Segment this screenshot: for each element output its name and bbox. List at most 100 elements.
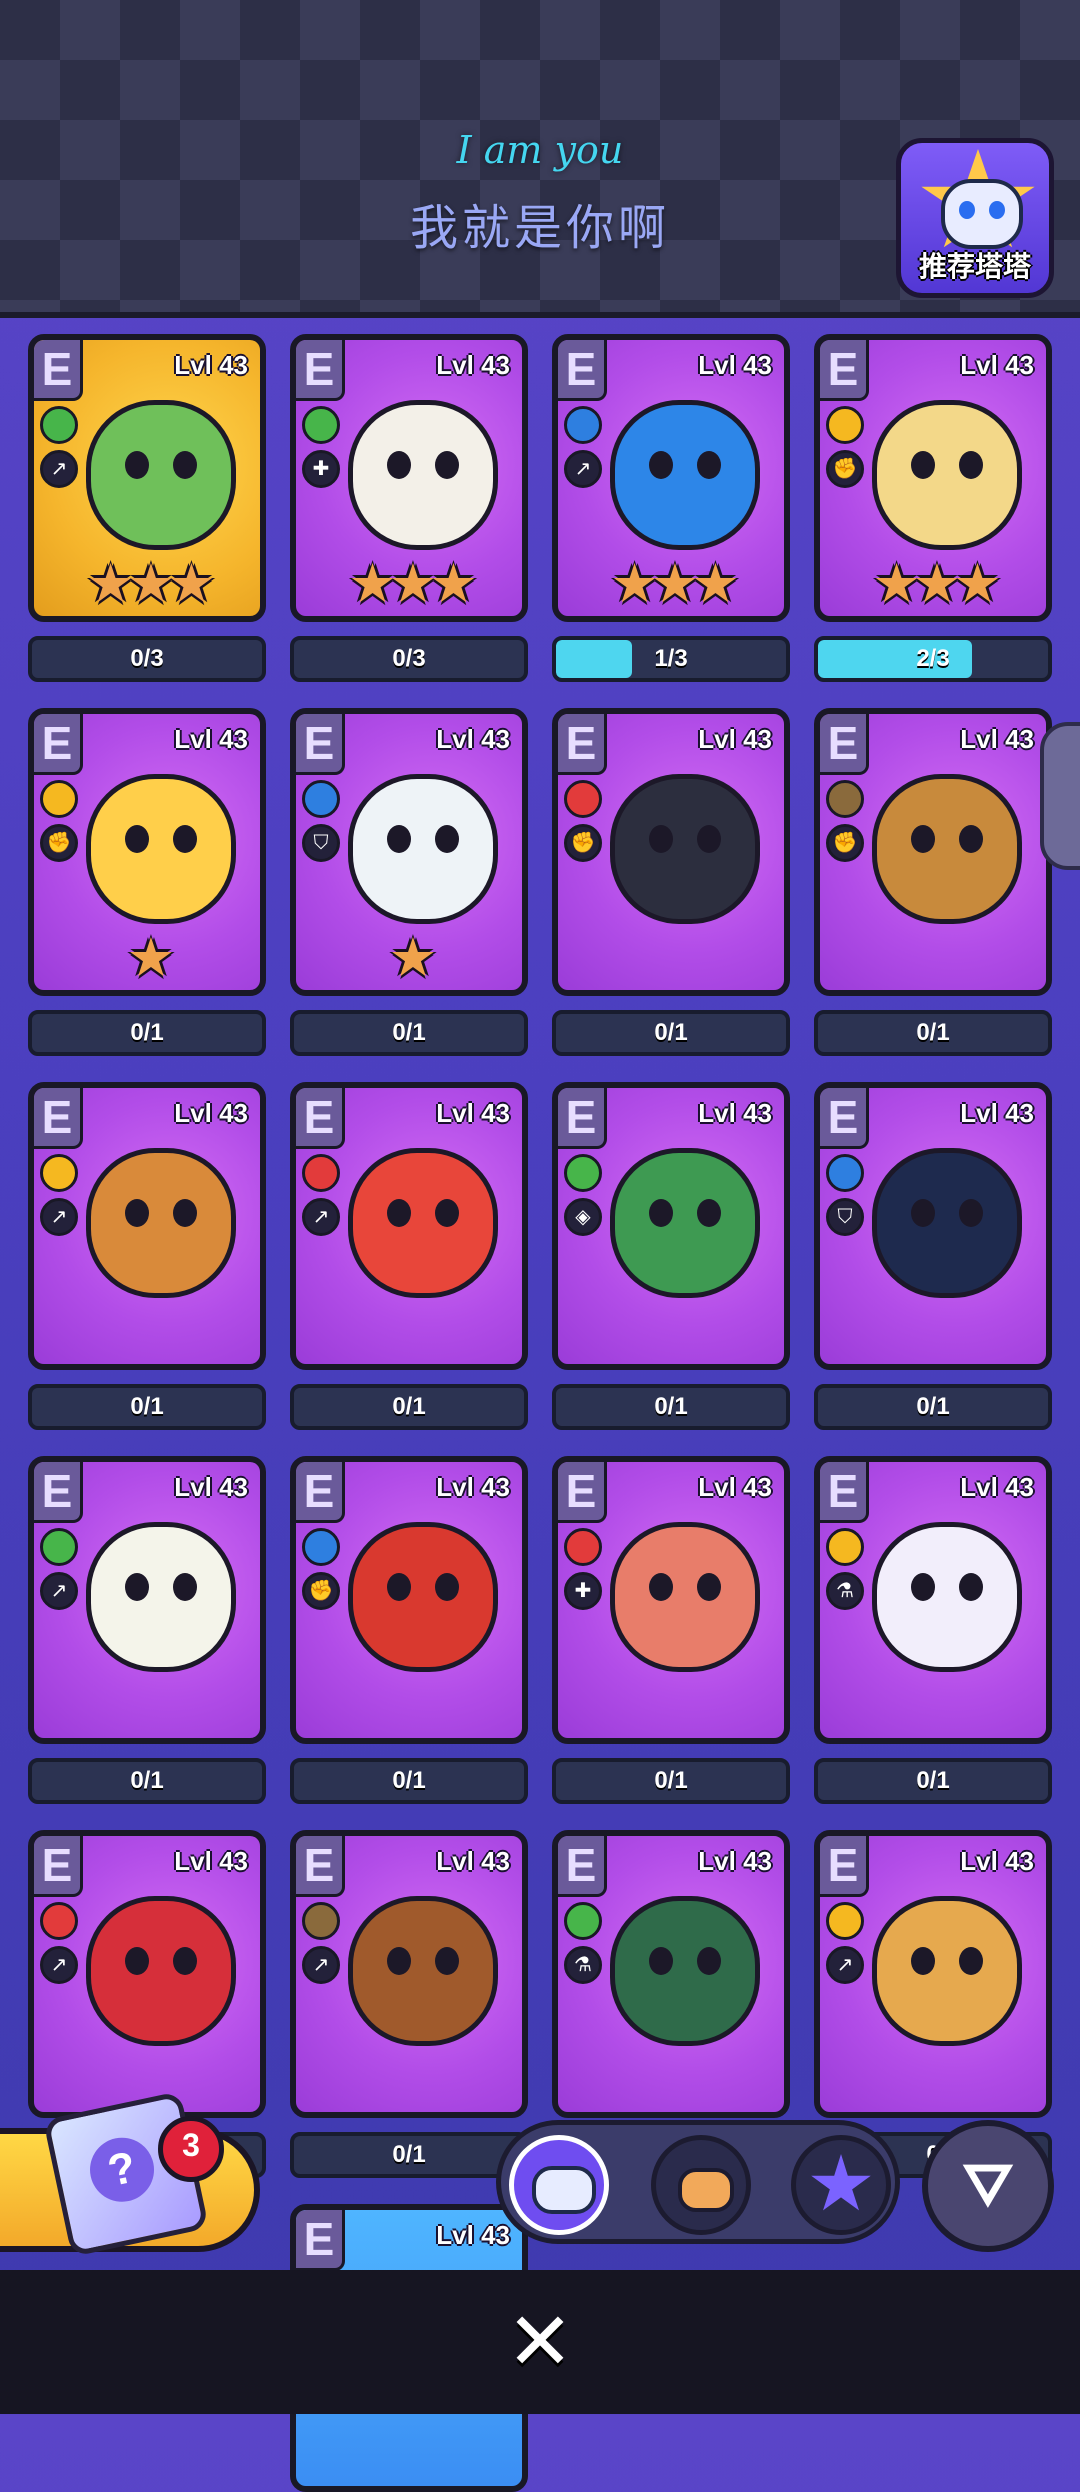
gift-box-button[interactable]: ? 3 xyxy=(0,2090,260,2258)
pet-card[interactable]: E Lvl 43 ⚗ xyxy=(552,1830,790,2118)
flask-role-icon: ⚗ xyxy=(826,1572,864,1610)
fire-element-icon xyxy=(302,1154,340,1192)
pet-card[interactable]: E Lvl 43 ✊ ★★★ xyxy=(814,334,1052,622)
pet-creature-image xyxy=(86,400,236,550)
pet-card-slot[interactable]: E Lvl 43 ↗ ★★★ 1/3 xyxy=(552,334,790,682)
pet-card[interactable]: E Lvl 43 ⛉ xyxy=(814,1082,1052,1370)
pet-card-slot[interactable]: E Lvl 43 ✊ ★★★ 2/3 xyxy=(814,334,1052,682)
progress-text: 0/1 xyxy=(130,1019,164,1046)
shard-progress-bar: 0/1 xyxy=(290,1758,528,1804)
progress-text: 0/1 xyxy=(130,1393,164,1420)
pet-card[interactable]: E Lvl 43 ⚗ xyxy=(814,1456,1052,1744)
earth-element-icon xyxy=(302,1902,340,1940)
bread-tab[interactable] xyxy=(651,2135,751,2235)
pet-card[interactable]: E Lvl 43 ✚ ★★★ xyxy=(290,334,528,622)
water-element-icon xyxy=(564,406,602,444)
pet-card[interactable]: E Lvl 43 ↗ xyxy=(28,1456,266,1744)
pet-card[interactable]: E Lvl 43 ↗ xyxy=(290,1830,528,2118)
leaf-element-icon xyxy=(302,406,340,444)
shard-progress-bar: 0/1 xyxy=(290,1010,528,1056)
pet-creature-image xyxy=(872,400,1022,550)
pet-card[interactable]: E Lvl 43 ✊ xyxy=(290,1456,528,1744)
pet-card-slot[interactable]: E Lvl 43 ✊ 0/1 xyxy=(814,708,1052,1056)
grade-label: E xyxy=(820,714,869,775)
grade-label: E xyxy=(296,1836,345,1897)
pet-card[interactable]: E Lvl 43 ✊ xyxy=(814,708,1052,996)
pet-card[interactable]: E Lvl 43 ✊ ★ xyxy=(28,708,266,996)
level-label: Lvl 43 xyxy=(698,350,772,380)
close-button[interactable]: ✕ xyxy=(500,2302,580,2382)
category-tabs xyxy=(496,2120,900,2244)
shard-progress-bar: 0/3 xyxy=(290,636,528,682)
pet-creature-image xyxy=(348,1522,498,1672)
level-label: Lvl 43 xyxy=(436,1846,510,1876)
grade-label: E xyxy=(820,1836,869,1897)
pet-card-slot[interactable]: E Lvl 43 ⚗ 0/1 xyxy=(814,1456,1052,1804)
star-tab[interactable] xyxy=(791,2135,891,2235)
side-drawer-handle[interactable] xyxy=(1040,722,1080,870)
pet-card[interactable]: E Lvl 43 ✊ xyxy=(552,708,790,996)
level-label: Lvl 43 xyxy=(698,1846,772,1876)
progress-text: 0/1 xyxy=(392,2141,426,2168)
pet-card-slot[interactable]: E Lvl 43 ↗ ★★★ 0/3 xyxy=(28,334,266,682)
shard-progress-bar: 0/1 xyxy=(290,1384,528,1430)
pet-card-slot[interactable]: E Lvl 43 ✊ 0/1 xyxy=(552,708,790,1056)
header: I am you 我就是你啊 推荐塔塔 xyxy=(0,0,1080,318)
shard-progress-bar: 0/1 xyxy=(552,1384,790,1430)
star-rating: ★★★ xyxy=(610,554,739,614)
fist-role-icon: ✊ xyxy=(826,824,864,862)
pet-card-slot[interactable]: E Lvl 43 ✊ 0/1 xyxy=(290,1456,528,1804)
pet-card-slot[interactable]: E Lvl 43 ↗ 0/1 xyxy=(290,1830,528,2178)
pet-card[interactable]: E Lvl 43 ↗ xyxy=(290,1082,528,1370)
pet-card[interactable]: E Lvl 43 ↗ xyxy=(814,1830,1052,2118)
level-label: Lvl 43 xyxy=(436,2220,510,2250)
star-rating: ★★★ xyxy=(872,554,1001,614)
pet-card-slot[interactable]: E Lvl 43 ⛉ 0/1 xyxy=(814,1082,1052,1430)
lightning-element-icon xyxy=(40,1154,78,1192)
recommend-label: 推荐塔塔 xyxy=(918,251,1031,282)
pet-card-slot[interactable]: E Lvl 43 ✚ 0/1 xyxy=(552,1456,790,1804)
pet-card-slot[interactable]: E Lvl 43 ✚ ★★★ 0/3 xyxy=(290,334,528,682)
pet-card[interactable]: E Lvl 43 ↗ ★★★ xyxy=(552,334,790,622)
grade-label: E xyxy=(558,1462,607,1523)
recommend-button[interactable]: 推荐塔塔 xyxy=(896,138,1054,298)
pet-card[interactable]: E Lvl 43 ↗ ★★★ xyxy=(28,334,266,622)
shard-progress-bar: 0/1 xyxy=(28,1758,266,1804)
fist-role-icon: ✊ xyxy=(564,824,602,862)
shard-progress-bar: 0/1 xyxy=(552,1758,790,1804)
earth-element-icon xyxy=(826,780,864,818)
pet-card[interactable]: E Lvl 43 ⛉ ★ xyxy=(290,708,528,996)
progress-text: 0/1 xyxy=(392,1019,426,1046)
pet-card[interactable]: E Lvl 43 ✚ xyxy=(552,1456,790,1744)
leaf-element-icon xyxy=(40,1528,78,1566)
pet-card-slot[interactable]: E Lvl 43 ↗ 0/1 xyxy=(290,1082,528,1430)
pet-card[interactable]: E Lvl 43 ↗ xyxy=(28,1830,266,2118)
water-element-icon xyxy=(826,1154,864,1192)
level-label: Lvl 43 xyxy=(436,1098,510,1128)
pet-creature-image xyxy=(610,774,760,924)
progress-text: 0/1 xyxy=(916,1019,950,1046)
sword-role-icon: ↗ xyxy=(40,1198,78,1236)
robot-tab[interactable] xyxy=(509,2135,609,2235)
pet-card[interactable]: E Lvl 43 ↗ xyxy=(28,1082,266,1370)
progress-text: 2/3 xyxy=(916,645,950,672)
pet-card-slot[interactable]: E Lvl 43 ↗ 0/1 xyxy=(28,1456,266,1804)
level-label: Lvl 43 xyxy=(174,1472,248,1502)
lightning-element-icon xyxy=(826,1902,864,1940)
pet-creature-image xyxy=(872,1148,1022,1298)
fire-element-icon xyxy=(564,1528,602,1566)
pet-creature-image xyxy=(86,774,236,924)
filter-icon: ⛛ xyxy=(962,2151,1014,2218)
sword-role-icon: ↗ xyxy=(826,1946,864,1984)
flask-role-icon: ⚗ xyxy=(564,1946,602,1984)
pet-card-slot[interactable]: E Lvl 43 ✊ ★ 0/1 xyxy=(28,708,266,1056)
filter-button[interactable]: ⛛ xyxy=(922,2120,1054,2252)
pet-card-slot[interactable]: E Lvl 43 ⛉ ★ 0/1 xyxy=(290,708,528,1056)
grade-label: E xyxy=(296,340,345,401)
pet-card-slot[interactable]: E Lvl 43 ◈ 0/1 xyxy=(552,1082,790,1430)
pet-card[interactable]: E Lvl 43 ◈ xyxy=(552,1082,790,1370)
pet-card-slot[interactable]: E Lvl 43 ↗ 0/1 xyxy=(28,1082,266,1430)
pet-creature-image xyxy=(348,400,498,550)
level-label: Lvl 43 xyxy=(436,1472,510,1502)
shard-progress-bar: 0/3 xyxy=(28,636,266,682)
